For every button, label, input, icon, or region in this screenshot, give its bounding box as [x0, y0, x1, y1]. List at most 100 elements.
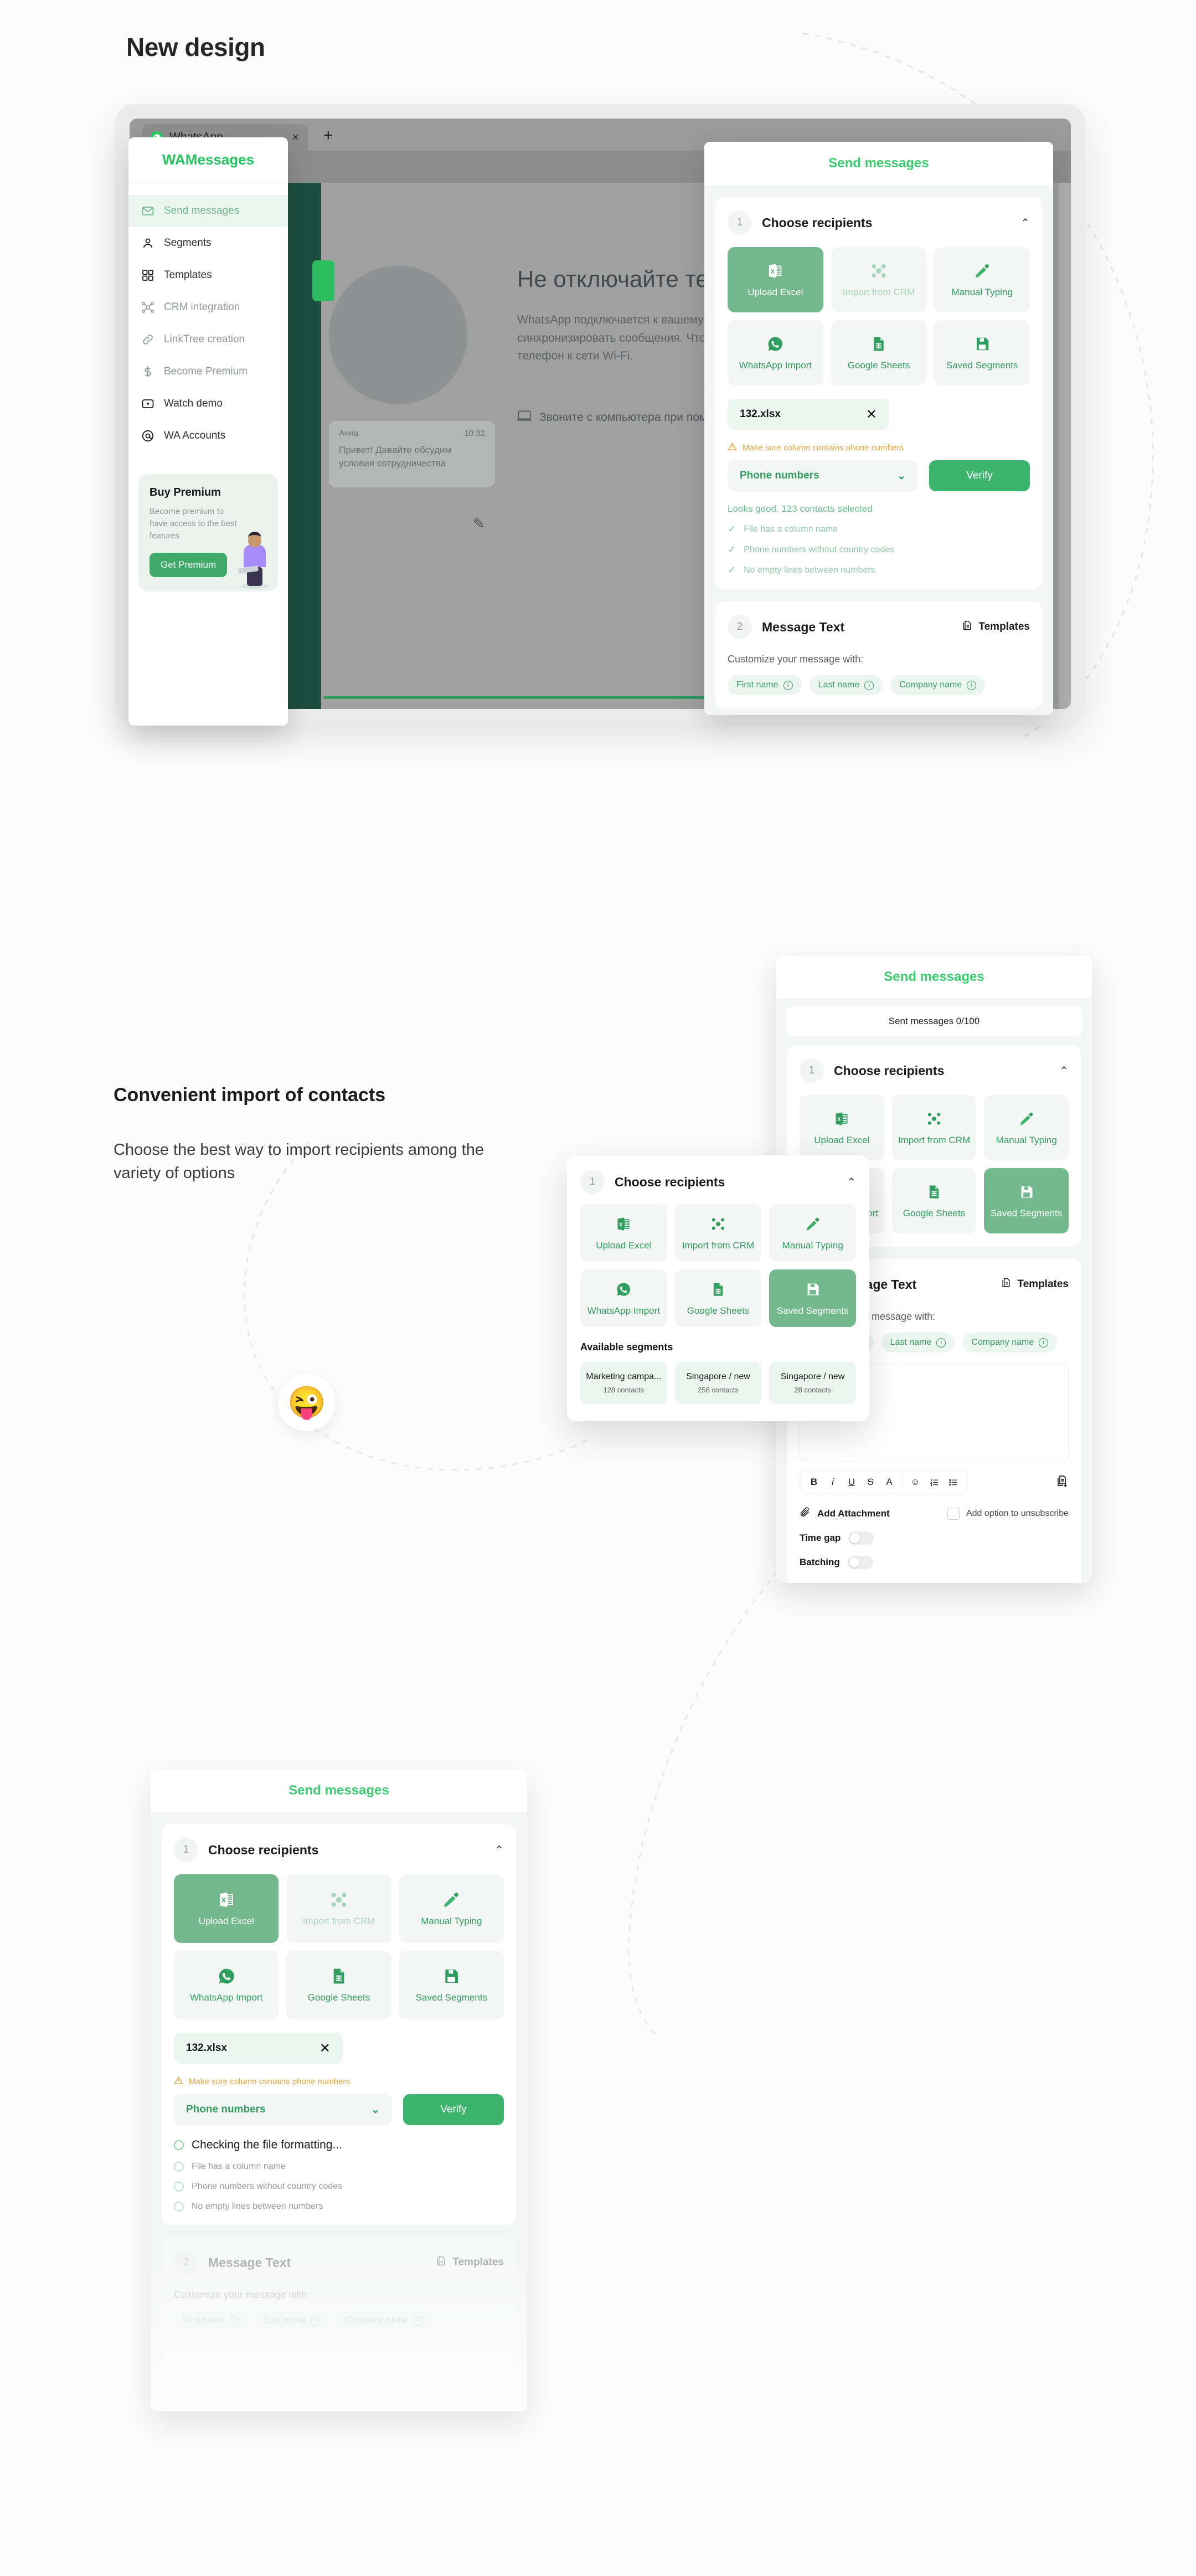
promo-title: Buy Premium: [150, 486, 221, 498]
chevron-up-icon[interactable]: ⌃: [1059, 1064, 1069, 1078]
list-bullet-icon[interactable]: [944, 1474, 962, 1490]
sidebar-item-label: Become Premium: [164, 366, 248, 377]
option-manual-typing[interactable]: Manual Typing: [984, 1095, 1069, 1160]
check-item: File has a column name: [174, 2162, 504, 2172]
svg-text:X: X: [221, 1898, 226, 1904]
option-manual-typing[interactable]: Manual Typing: [934, 247, 1030, 312]
checkbox[interactable]: [947, 1507, 960, 1520]
option-google-sheets[interactable]: Google Sheets: [891, 1168, 977, 1233]
option-saved-segments[interactable]: Saved Segments: [399, 1951, 504, 2019]
available-segments-list: Marketing campa... 128 contacts Singapor…: [580, 1362, 856, 1404]
segment-contacts: 128 contacts: [603, 1386, 645, 1394]
chevron-up-icon[interactable]: ⌃: [1020, 216, 1030, 230]
font-size-button[interactable]: A: [880, 1474, 899, 1490]
import-options-grid: X Upload Excel Import from CRM Manual Ty…: [580, 1204, 856, 1327]
option-saved-segments[interactable]: Saved Segments: [769, 1269, 856, 1327]
step-title: Choose recipients: [615, 1174, 725, 1189]
option-saved-segments[interactable]: Saved Segments: [934, 320, 1030, 385]
file-name: 132.xlsx: [186, 2042, 227, 2054]
checking-status: Checking the file formatting...: [174, 2138, 504, 2152]
option-whatsapp-import[interactable]: WhatsApp Import: [580, 1269, 667, 1327]
remove-file-icon[interactable]: ✕: [866, 407, 877, 423]
get-premium-button[interactable]: Get Premium: [150, 553, 228, 578]
option-whatsapp-import[interactable]: WhatsApp Import: [174, 1951, 279, 2019]
option-upload-excel[interactable]: X Upload Excel: [174, 1874, 279, 1943]
save-template-icon[interactable]: [1055, 1474, 1069, 1490]
tag-last-name[interactable]: Last name i: [881, 1333, 955, 1353]
sidebar-item-become-premium[interactable]: Become Premium: [128, 356, 288, 388]
verify-button[interactable]: Verify: [403, 2094, 504, 2125]
segment-contacts: 258 contacts: [698, 1386, 739, 1394]
option-label: Manual Typing: [421, 1916, 482, 1926]
pen-icon: [803, 1215, 822, 1233]
step-header: 1 Choose recipients ⌃: [580, 1170, 856, 1194]
option-manual-typing[interactable]: Manual Typing: [399, 1874, 504, 1943]
tag-company-name[interactable]: Company name i: [890, 675, 986, 695]
option-whatsapp-import[interactable]: WhatsApp Import: [728, 320, 823, 385]
segment-item[interactable]: Singapore / new 28 contacts: [769, 1362, 856, 1404]
column-select[interactable]: Phone numbers ⌄: [728, 460, 918, 491]
chevron-up-icon[interactable]: ⌃: [494, 1843, 504, 1857]
option-google-sheets[interactable]: Google Sheets: [831, 320, 927, 385]
segment-item[interactable]: Singapore / new 258 contacts: [674, 1362, 762, 1404]
list-ordered-icon[interactable]: [925, 1474, 944, 1490]
option-import-from-crm[interactable]: Import from CRM: [286, 1874, 391, 1943]
sidebar-item-send-messages[interactable]: Send messages: [128, 195, 288, 227]
tag-company-name[interactable]: Company name i: [962, 1333, 1058, 1353]
divider: [902, 1476, 903, 1488]
remove-file-icon[interactable]: ✕: [319, 2040, 331, 2056]
whatsapp-green-button[interactable]: [312, 260, 334, 301]
option-label: Manual Typing: [996, 1135, 1057, 1145]
sidebar-item-segments[interactable]: Segments: [128, 227, 288, 259]
sidebar-item-linktree-creation[interactable]: LinkTree creation: [128, 323, 288, 356]
svg-text:X: X: [837, 1117, 841, 1122]
tag-label: Last name: [890, 1338, 932, 1347]
sidebar-item-crm-integration[interactable]: CRM integration: [128, 291, 288, 323]
page-title: New design: [126, 33, 265, 61]
svg-text:X: X: [771, 269, 775, 275]
add-attachment-button[interactable]: Add Attachment: [800, 1506, 890, 1520]
verify-button[interactable]: Verify: [929, 460, 1030, 491]
bold-button[interactable]: B: [805, 1474, 823, 1490]
sidebar-item-templates[interactable]: Templates: [128, 259, 288, 291]
time-gap-toggle[interactable]: [848, 1531, 874, 1545]
pen-icon: [973, 261, 992, 280]
templates-button[interactable]: Templates: [961, 620, 1030, 635]
option-import-from-crm[interactable]: Import from CRM: [831, 247, 927, 312]
sidebar-item-wa-accounts[interactable]: WA Accounts: [128, 420, 288, 452]
option-upload-excel[interactable]: X Upload Excel: [728, 247, 823, 312]
sidebar-item-label: Send messages: [164, 205, 240, 217]
edit-pencil-icon[interactable]: ✎: [473, 515, 485, 532]
browser-scrollbar[interactable]: [1059, 183, 1071, 709]
option-label: Upload Excel: [596, 1240, 652, 1251]
column-select[interactable]: Phone numbers ⌄: [174, 2094, 392, 2125]
check-label: File has a column name: [192, 2162, 286, 2171]
strikethrough-button[interactable]: S: [861, 1474, 880, 1490]
sidebar-item-label: CRM integration: [164, 301, 240, 313]
import-options-grid: X Upload Excel Import from CRM Manual Ty…: [728, 247, 1030, 385]
option-google-sheets[interactable]: Google Sheets: [286, 1951, 391, 2019]
underline-button[interactable]: U: [842, 1474, 861, 1490]
option-import-from-crm[interactable]: Import from CRM: [891, 1095, 977, 1160]
option-upload-excel[interactable]: X Upload Excel: [800, 1095, 884, 1160]
emoji-button[interactable]: ☺: [906, 1474, 925, 1490]
option-upload-excel[interactable]: X Upload Excel: [580, 1204, 667, 1262]
segment-name: Singapore / new: [780, 1372, 845, 1381]
italic-button[interactable]: i: [823, 1474, 842, 1490]
chevron-up-icon[interactable]: ⌃: [847, 1175, 856, 1189]
close-icon[interactable]: ×: [292, 130, 299, 145]
buy-premium-card: Buy Premium Become premium to have acces…: [138, 474, 278, 592]
unsubscribe-checkbox-row[interactable]: Add option to unsubscribe: [947, 1507, 1069, 1520]
tag-first-name[interactable]: First name i: [728, 675, 802, 695]
segment-item[interactable]: Marketing campa... 128 contacts: [580, 1362, 667, 1404]
option-manual-typing[interactable]: Manual Typing: [769, 1204, 856, 1262]
option-import-from-crm[interactable]: Import from CRM: [674, 1204, 762, 1262]
tag-last-name[interactable]: Last name i: [809, 675, 883, 695]
sidebar-item-watch-demo[interactable]: Watch demo: [128, 388, 288, 420]
option-google-sheets[interactable]: Google Sheets: [674, 1269, 762, 1327]
option-saved-segments[interactable]: Saved Segments: [984, 1168, 1069, 1233]
batching-toggle[interactable]: [847, 1556, 873, 1569]
new-tab-button[interactable]: +: [323, 126, 333, 145]
templates-button[interactable]: Templates: [1001, 1277, 1069, 1292]
excel-icon: X: [614, 1215, 633, 1233]
